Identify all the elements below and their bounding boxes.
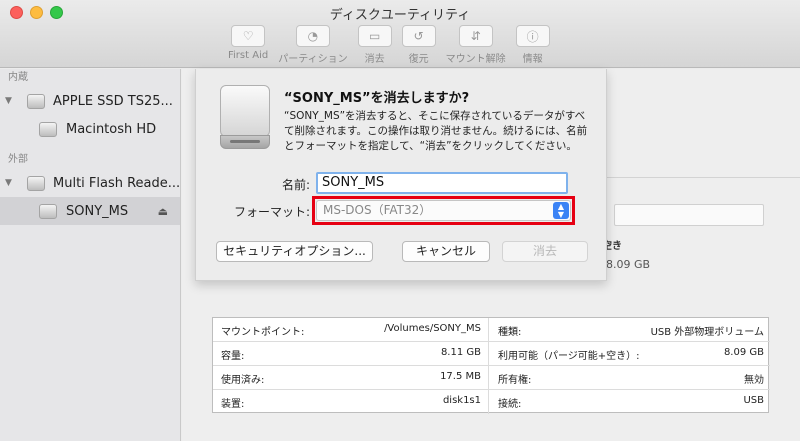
toolbar-label: 情報 <box>522 54 543 65</box>
external-disk-icon <box>27 175 45 191</box>
sidebar-item-macintosh-hd[interactable]: Macintosh HD <box>0 115 180 143</box>
name-label: 名前: <box>281 178 310 192</box>
info-icon: ⓘ <box>515 25 550 47</box>
sidebar: 内蔵 ▼ APPLE SSD TS25... Macintosh HD 外部 ▼… <box>0 69 181 441</box>
toolbar: ♡ First Aid ◔ パーティション ▭ 消去 ↺ 復元 ⇵ マウント解除… <box>228 25 560 65</box>
toolbar-label: 復元 <box>408 54 429 65</box>
info-key: 利用可能（パージ可能+空き）: <box>498 351 640 362</box>
erase-button[interactable]: 消去 <box>502 241 588 262</box>
info-value: 8.11 GB <box>440 347 481 358</box>
format-label: フォーマット: <box>233 205 310 219</box>
drive-icon <box>220 85 270 149</box>
toolbar-info[interactable]: ⓘ 情報 <box>515 25 550 65</box>
info-value: /Volumes/SONY_MS <box>384 323 481 334</box>
free-space-value: 8.09 GB <box>606 258 651 271</box>
sidebar-item-sony-ms[interactable]: SONY_MS ⏏ <box>0 197 180 225</box>
internal-disk-icon <box>27 93 45 109</box>
sidebar-item-label: Multi Flash Reade... <box>53 175 181 191</box>
security-options-button[interactable]: セキュリティオプション... <box>216 241 373 262</box>
volume-icon <box>39 203 57 219</box>
sidebar-item-label: APPLE SSD TS25... <box>53 93 173 109</box>
info-key: 容量: <box>221 351 245 362</box>
info-value: USB 外部物理ボリューム <box>650 327 764 338</box>
volume-icon <box>39 121 57 137</box>
volume-info-table: マウントポイント: /Volumes/SONY_MS 種類: USB 外部物理ボ… <box>212 317 770 414</box>
info-value: 8.09 GB <box>723 347 764 358</box>
sidebar-item-flash-reader[interactable]: ▼ Multi Flash Reade... <box>0 169 180 197</box>
toolbar-partition[interactable]: ◔ パーティション <box>278 25 348 65</box>
info-key: 接続: <box>498 399 522 410</box>
window-toolbar: ディスクユーティリティ ♡ First Aid ◔ パーティション ▭ 消去 ↺… <box>0 0 800 68</box>
info-key: マウントポイント: <box>221 327 305 338</box>
toolbar-label: First Aid <box>228 50 269 61</box>
disclosure-triangle-icon[interactable]: ▼ <box>5 178 12 188</box>
sidebar-item-label: Macintosh HD <box>66 121 157 137</box>
toolbar-label: 消去 <box>364 54 385 65</box>
info-key: 所有権: <box>498 375 532 386</box>
info-value: disk1s1 <box>442 395 481 406</box>
info-value: 17.5 MB <box>440 371 481 382</box>
format-select[interactable]: MS-DOS（FAT32） ▲ ▼ <box>316 200 571 221</box>
info-key: 種類: <box>498 327 522 338</box>
chevron-updown-icon: ▲ ▼ <box>553 202 569 219</box>
dialog-title: “SONY_MS”を消去しますか? <box>284 91 470 106</box>
table-row: マウントポイント: /Volumes/SONY_MS 種類: USB 外部物理ボ… <box>213 318 770 342</box>
unmount-icon: ⇵ <box>458 25 493 47</box>
toolbar-label: パーティション <box>278 54 348 65</box>
info-value: 無効 <box>744 375 764 386</box>
table-row: 使用済み: 17.5 MB 所有権: 無効 <box>213 366 770 390</box>
stethoscope-icon: ♡ <box>231 25 266 47</box>
info-key: 装置: <box>221 399 245 410</box>
sidebar-item-apple-ssd[interactable]: ▼ APPLE SSD TS25... <box>0 87 180 115</box>
dialog-message: “SONY_MS”を消去すると、そこに保存されているデータがすべて削除されます。… <box>284 110 588 152</box>
toolbar-unmount[interactable]: ⇵ マウント解除 <box>446 25 506 65</box>
toolbar-label: マウント解除 <box>445 54 506 65</box>
partition-icon: ◔ <box>295 25 330 47</box>
restore-icon: ↺ <box>401 25 436 47</box>
erase-dialog: “SONY_MS”を消去しますか? “SONY_MS”を消去すると、そこに保存さ… <box>195 69 607 281</box>
table-row: 容量: 8.11 GB 利用可能（パージ可能+空き）: 8.09 GB <box>213 342 770 366</box>
sidebar-item-label: SONY_MS <box>66 203 129 219</box>
table-row: 装置: disk1s1 接続: USB <box>213 390 770 414</box>
info-value: USB <box>743 395 764 406</box>
toolbar-first-aid[interactable]: ♡ First Aid <box>228 25 268 65</box>
format-select-value: MS-DOS（FAT32） <box>323 203 432 217</box>
window-title: ディスクユーティリティ <box>329 8 471 23</box>
toolbar-restore[interactable]: ↺ 復元 <box>401 25 436 65</box>
name-input[interactable]: SONY_MS <box>316 172 568 194</box>
eject-icon[interactable]: ⏏ <box>158 205 168 218</box>
disclosure-triangle-icon[interactable]: ▼ <box>5 96 12 106</box>
toolbar-erase[interactable]: ▭ 消去 <box>357 25 392 65</box>
sidebar-section-external: 外部 <box>8 154 28 165</box>
erase-icon: ▭ <box>357 25 392 47</box>
usage-bar <box>614 204 764 226</box>
divider <box>606 177 800 178</box>
sidebar-section-internal: 内蔵 <box>8 72 28 83</box>
info-key: 使用済み: <box>221 375 265 386</box>
cancel-button[interactable]: キャンセル <box>402 241 490 262</box>
